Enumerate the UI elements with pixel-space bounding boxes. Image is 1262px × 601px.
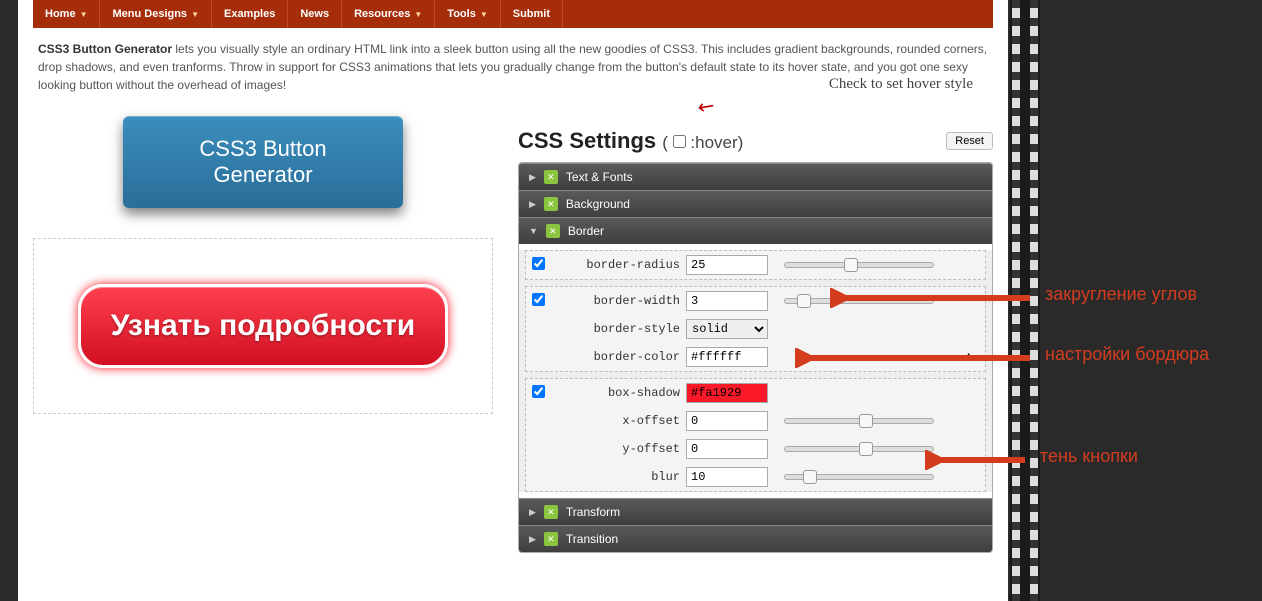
border-radius-enable[interactable] <box>532 257 545 270</box>
intro-text: CSS3 Button Generator lets you visually … <box>18 28 1008 106</box>
nav-tools[interactable]: Tools▼ <box>435 0 500 28</box>
preview-area: Узнать подробности <box>33 238 493 414</box>
hover-hint: Check to set hover style <box>829 76 973 93</box>
nav-examples[interactable]: Examples <box>212 0 288 28</box>
triangle-icon: ▼ <box>529 226 538 236</box>
border-width-input[interactable] <box>686 291 768 311</box>
y-offset-input[interactable] <box>686 439 768 459</box>
blur-input[interactable] <box>686 467 768 487</box>
caret-icon: ▼ <box>414 10 422 19</box>
preview-button[interactable]: Узнать подробности <box>78 284 449 368</box>
caret-icon: ▼ <box>191 10 199 19</box>
nav-menu-designs[interactable]: Menu Designs▼ <box>100 0 212 28</box>
hover-checkbox[interactable] <box>673 135 686 148</box>
border-panel: border-radius border-width <box>519 250 992 492</box>
x-offset-input[interactable] <box>686 411 768 431</box>
add-color-button[interactable]: + <box>964 349 973 366</box>
main-nav: Home▼ Menu Designs▼ Examples News Resour… <box>33 0 993 28</box>
border-radius-input[interactable] <box>686 255 768 275</box>
blur-slider[interactable] <box>784 474 934 480</box>
section-text-fonts[interactable]: ▶✕Text & Fonts <box>519 163 992 190</box>
blur-label: blur <box>560 470 680 484</box>
border-width-label: border-width <box>560 294 680 308</box>
section-transform[interactable]: ▶✕Transform <box>519 498 992 525</box>
triangle-icon: ▶ <box>529 172 536 183</box>
x-offset-label: x-offset <box>560 414 680 428</box>
toggle-icon: ✕ <box>546 224 560 238</box>
triangle-icon: ▶ <box>529 507 536 518</box>
nav-news[interactable]: News <box>288 0 342 28</box>
toggle-icon: ✕ <box>544 532 558 546</box>
border-color-input[interactable] <box>686 347 768 367</box>
triangle-icon: ▶ <box>529 534 536 545</box>
section-border[interactable]: ▼✕Border <box>519 217 992 244</box>
settings-accordion: ▶✕Text & Fonts ▶✕Background ▼✕Border bor… <box>518 162 993 553</box>
border-color-label: border-color <box>560 350 680 364</box>
filmstrip-decoration <box>1010 0 1040 601</box>
triangle-icon: ▶ <box>529 199 536 210</box>
section-transition[interactable]: ▶✕Transition <box>519 525 992 552</box>
toggle-icon: ✕ <box>544 505 558 519</box>
box-shadow-input[interactable] <box>686 383 768 403</box>
toggle-icon: ✕ <box>544 197 558 211</box>
settings-title: CSS Settings ( :hover) <box>518 128 743 154</box>
border-width-enable[interactable] <box>532 293 545 306</box>
border-radius-slider[interactable] <box>784 262 934 268</box>
border-width-slider[interactable] <box>784 298 934 304</box>
reset-button[interactable]: Reset <box>946 132 993 150</box>
border-radius-label: border-radius <box>560 258 680 272</box>
caret-icon: ▼ <box>80 10 88 19</box>
nav-submit[interactable]: Submit <box>501 0 563 28</box>
generator-banner: CSS3 Button Generator <box>123 116 403 208</box>
border-style-label: border-style <box>560 322 680 336</box>
nav-resources[interactable]: Resources▼ <box>342 0 435 28</box>
border-style-select[interactable]: solid <box>686 319 768 339</box>
toggle-icon: ✕ <box>544 170 558 184</box>
caret-icon: ▼ <box>480 10 488 19</box>
box-shadow-label: box-shadow <box>560 386 680 400</box>
section-background[interactable]: ▶✕Background <box>519 190 992 217</box>
annotation-border: настройки бордюра <box>1045 344 1209 365</box>
y-offset-label: y-offset <box>560 442 680 456</box>
annotation-shadow: тень кнопки <box>1040 446 1138 467</box>
x-offset-slider[interactable] <box>784 418 934 424</box>
box-shadow-enable[interactable] <box>532 385 545 398</box>
y-offset-slider[interactable] <box>784 446 934 452</box>
nav-home[interactable]: Home▼ <box>33 0 100 28</box>
annotation-corners: закругление углов <box>1045 284 1197 305</box>
